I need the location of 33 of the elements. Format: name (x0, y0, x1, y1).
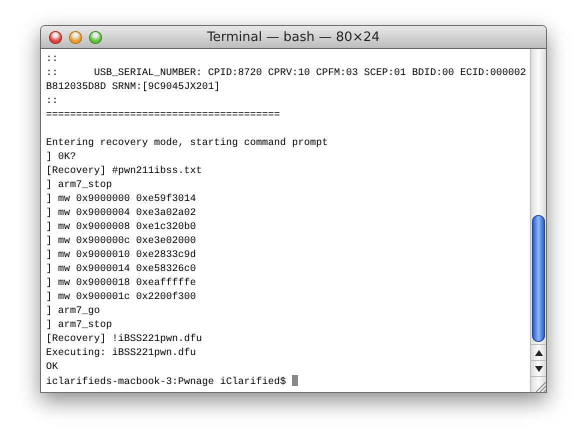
window-title: Terminal — bash — 80×24 (207, 30, 380, 44)
shell-prompt: iclarifieds-macbook-3:Pwnage iClarified$ (46, 377, 286, 388)
scrollbar[interactable] (530, 49, 546, 392)
terminal-line: ======================================= (46, 109, 282, 123)
text-cursor (292, 375, 298, 386)
terminal-line: ] mw 0x9000004 0xe3a02a02 (46, 207, 198, 221)
terminal-line: ] arm7_stop (46, 319, 114, 333)
zoom-button[interactable] (89, 30, 102, 44)
minimize-button[interactable] (69, 30, 82, 44)
terminal-line: B812035D8D SRNM:[9C9045JX201] (46, 81, 222, 95)
terminal-line: ] mw 0x9000010 0xe2833c9d (46, 249, 198, 263)
terminal-line: ] mw 0x900001c 0x2200f300 (46, 291, 198, 305)
terminal-line: ] mw 0x9000014 0xe58326c0 (46, 263, 198, 277)
terminal-line: OK (46, 361, 60, 375)
terminal-line: Executing: iBSS221pwn.dfu (46, 347, 198, 361)
scroll-thumb[interactable] (532, 215, 545, 342)
terminal-line: ] mw 0x900000c 0xe3e02000 (46, 235, 198, 249)
terminal-line: ] 0K? (46, 151, 78, 165)
terminal-line: ] arm7_stop (46, 179, 114, 193)
down-arrow-icon[interactable] (534, 366, 542, 372)
terminal-line: ] mw 0x9000008 0xe1c320b0 (46, 221, 198, 235)
resize-grip-icon[interactable] (535, 381, 546, 392)
terminal-line: ] mw 0x9000000 0xe59f3014 (46, 193, 198, 207)
terminal-line: ] mw 0x9000018 0xeafffffe (46, 277, 198, 291)
terminal-line: Entering recovery mode, starting command prompt (46, 137, 330, 151)
close-button[interactable] (49, 30, 62, 44)
terminal-line: [Recovery] !iBSS221pwn.dfu (46, 333, 204, 347)
terminal-line: :: (46, 95, 60, 109)
terminal-line: [Recovery] #pwn211ibss.txt (46, 165, 204, 179)
terminal-line: :: USB_SERIAL_NUMBER: CPID:8720 CPRV:10 CPFM:03 SCEP:01 BDID:00 ECID:000002 (46, 67, 528, 81)
up-arrow-icon[interactable] (534, 350, 542, 356)
terminal-line: ] arm7_go (46, 305, 102, 319)
terminal-line: :: (46, 53, 60, 67)
